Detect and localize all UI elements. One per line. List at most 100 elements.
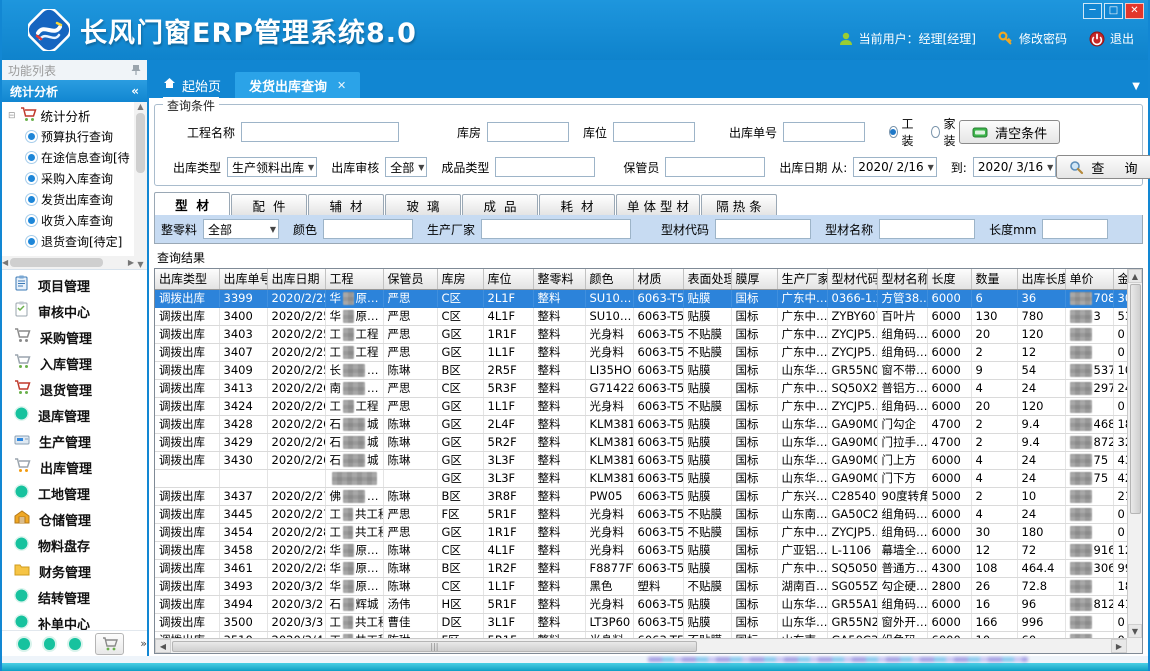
column-header[interactable]: 型材名称 — [877, 269, 927, 289]
table-row[interactable]: 调拨出库34942020/3/2石辉城汤伟H区5R1F整料光身料6063-T5贴… — [155, 595, 1127, 613]
column-header[interactable]: 库房 — [437, 269, 483, 289]
sidebar-item-结转管理[interactable]: 结转管理 — [2, 584, 147, 610]
tab-home[interactable]: 起始页 — [149, 72, 235, 98]
location-input[interactable] — [613, 122, 695, 142]
sidebar-item-物料盘存[interactable]: 物料盘存 — [2, 532, 147, 558]
module-dot-icon[interactable] — [18, 638, 30, 650]
table-row[interactable]: 调拨出库34542020/2/28工共工程严思G区1R1F整料光身料6063-T… — [155, 523, 1127, 541]
change-password-button[interactable]: 修改密码 — [998, 30, 1067, 47]
tree-item[interactable]: 收货入库查询 — [8, 210, 134, 231]
sidebar-item-工地管理[interactable]: 工地管理 — [2, 480, 147, 506]
material-tab[interactable]: 型 材 — [154, 192, 230, 215]
collapse-icon[interactable]: « — [131, 84, 139, 98]
project-name-input[interactable] — [241, 122, 399, 142]
grid-vertical-scrollbar[interactable]: ▲▼ — [1127, 269, 1142, 638]
profile-code-input[interactable] — [715, 219, 811, 239]
grid-horizontal-scrollbar[interactable]: ◀▶ — [155, 638, 1127, 653]
table-row[interactable]: 调拨出库34092020/2/25长…陈琳B区2R5F整料LI35HO6063-… — [155, 361, 1127, 379]
sidebar-item-出库管理[interactable]: 出库管理 — [2, 454, 147, 480]
table-row[interactable]: 调拨出库34282020/2/26石城陈琳G区2L4F整料KLM38176063… — [155, 415, 1127, 433]
table-row[interactable]: 调拨出库34612020/2/28华原…陈琳B区1R2F整料F8877FT606… — [155, 559, 1127, 577]
search-button[interactable]: 查 询 — [1056, 155, 1150, 179]
column-header[interactable]: 材质 — [633, 269, 683, 289]
sidebar-item-项目管理[interactable]: 项目管理 — [2, 272, 147, 298]
column-header[interactable]: 库位 — [483, 269, 533, 289]
column-header[interactable]: 出库类型 — [155, 269, 219, 289]
table-row[interactable]: 调拨出库34072020/2/25工工程严思G区1L1F整料光身料6063-T5… — [155, 343, 1127, 361]
material-tab[interactable]: 单 体 型 材 — [616, 194, 700, 215]
sidebar-item-退货管理[interactable]: 退货管理 — [2, 376, 147, 402]
module-dot-icon[interactable] — [69, 638, 81, 650]
column-header[interactable]: 出库单号 — [219, 269, 267, 289]
profile-name-input[interactable] — [879, 219, 975, 239]
maker-input[interactable] — [481, 219, 631, 239]
tree-item[interactable]: 预算执行查询 — [8, 126, 134, 147]
keeper-input[interactable] — [665, 157, 765, 177]
table-row[interactable]: 调拨出库34372020/2/27佛…陈琳B区3R8F整料PW056063-T5… — [155, 487, 1127, 505]
material-tab[interactable]: 配 件 — [231, 194, 307, 215]
column-header[interactable]: 工程 — [325, 269, 383, 289]
column-header[interactable]: 单价 — [1065, 269, 1113, 289]
column-header[interactable]: 金 — [1113, 269, 1127, 289]
whole-select[interactable]: 全部▼ — [203, 219, 279, 239]
length-input[interactable] — [1042, 219, 1108, 239]
maximize-button[interactable]: □ — [1104, 3, 1123, 19]
column-header[interactable]: 生产厂家 — [777, 269, 827, 289]
column-header[interactable]: 保管员 — [383, 269, 437, 289]
column-header[interactable]: 整零料 — [533, 269, 585, 289]
material-tab[interactable]: 辅 材 — [308, 194, 384, 215]
close-button[interactable]: ✕ — [1125, 3, 1144, 19]
sidebar-item-入库管理[interactable]: 入库管理 — [2, 350, 147, 376]
material-tab[interactable]: 成 品 — [462, 194, 538, 215]
column-header[interactable]: 出库长度 — [1017, 269, 1065, 289]
sidebar-item-仓储管理[interactable]: 仓储管理 — [2, 506, 147, 532]
column-header[interactable]: 型材代码 — [827, 269, 877, 289]
material-tab[interactable]: 耗 材 — [539, 194, 615, 215]
minimize-button[interactable]: ─ — [1083, 3, 1102, 19]
tab-shipment-out-query[interactable]: 发货出库查询✕ — [235, 72, 360, 98]
order-no-input[interactable] — [783, 122, 865, 142]
out-type-select[interactable]: 生产领料出库▼ — [227, 157, 317, 177]
column-header[interactable]: 表面处理 — [683, 269, 731, 289]
cart-module-button[interactable] — [95, 633, 124, 655]
product-type-input[interactable] — [495, 157, 595, 177]
table-row[interactable]: 调拨出库35002020/3/3工共工程曹佳D区3L1F整料LT3P606063… — [155, 613, 1127, 631]
sidebar-more-button[interactable]: » — [140, 637, 147, 650]
sidebar-item-财务管理[interactable]: 财务管理 — [2, 558, 147, 584]
table-row[interactable]: 调拨出库34132020/2/26南…严思C区5R3F整料G714226063-… — [155, 379, 1127, 397]
tree-vertical-scrollbar[interactable]: ▲▼ — [134, 102, 147, 269]
tree-item[interactable]: 在途信息查询[待 — [8, 147, 134, 168]
table-row[interactable]: 调拨出库34292020/2/26石城陈琳G区5R2F整料KLM38176063… — [155, 433, 1127, 451]
clear-conditions-button[interactable]: 清空条件 — [959, 120, 1060, 144]
material-tab[interactable]: 玻 璃 — [385, 194, 461, 215]
module-dot-icon[interactable] — [44, 638, 56, 650]
tree-item[interactable]: 退货查询[待定] — [8, 231, 134, 252]
radio-gongzhuang[interactable]: 工装 — [889, 115, 917, 149]
logout-button[interactable]: 退出 — [1089, 30, 1134, 47]
radio-jiazhuang[interactable]: 家装 — [931, 115, 959, 149]
table-row[interactable]: 调拨出库34582020/2/28华原…陈琳C区4L1F整料光身料6063-T5… — [155, 541, 1127, 559]
table-row[interactable]: 调拨出库34452020/2/27工共工程严思F区5R1F整料光身料6063-T… — [155, 505, 1127, 523]
pin-icon[interactable] — [131, 64, 141, 76]
tab-close-icon[interactable]: ✕ — [337, 79, 346, 92]
table-row[interactable]: G区3L3F整料KLM38176063-T5贴膜国标山东华…GA90M09.门下… — [155, 469, 1127, 487]
sidebar-item-审核中心[interactable]: 审核中心 — [2, 298, 147, 324]
column-header[interactable]: 数量 — [971, 269, 1017, 289]
sidebar-item-生产管理[interactable]: 生产管理 — [2, 428, 147, 454]
table-row[interactable]: 调拨出库34002020/2/25华原…严思C区4L1F整料SU10…6063-… — [155, 307, 1127, 325]
table-row[interactable]: 调拨出库34932020/3/2华原…陈琳C区1L1F整料黑色塑料不贴膜国标湖南… — [155, 577, 1127, 595]
tree-item[interactable]: 采购入库查询 — [8, 168, 134, 189]
table-row[interactable]: 调拨出库34242020/2/26工工程严思G区1L1F整料光身料6063-T5… — [155, 397, 1127, 415]
column-header[interactable]: 膜厚 — [731, 269, 777, 289]
tree-root-statistics[interactable]: ⊟统计分析 — [8, 105, 134, 126]
column-header[interactable]: 长度 — [927, 269, 971, 289]
material-tab[interactable]: 隔 热 条 — [701, 194, 777, 215]
sidebar-item-退库管理[interactable]: 退库管理 — [2, 402, 147, 428]
sidebar-item-采购管理[interactable]: 采购管理 — [2, 324, 147, 350]
sidebar-item-补单中心[interactable]: 补单中心 — [2, 610, 147, 630]
column-header[interactable]: 颜色 — [585, 269, 633, 289]
column-header[interactable]: 出库日期 — [267, 269, 325, 289]
tree-horizontal-scrollbar[interactable]: ◀▶ — [2, 256, 134, 269]
table-row[interactable]: 调拨出库34032020/2/25工工程严思G区1R1F整料光身料6063-T5… — [155, 325, 1127, 343]
warehouse-input[interactable] — [487, 122, 569, 142]
